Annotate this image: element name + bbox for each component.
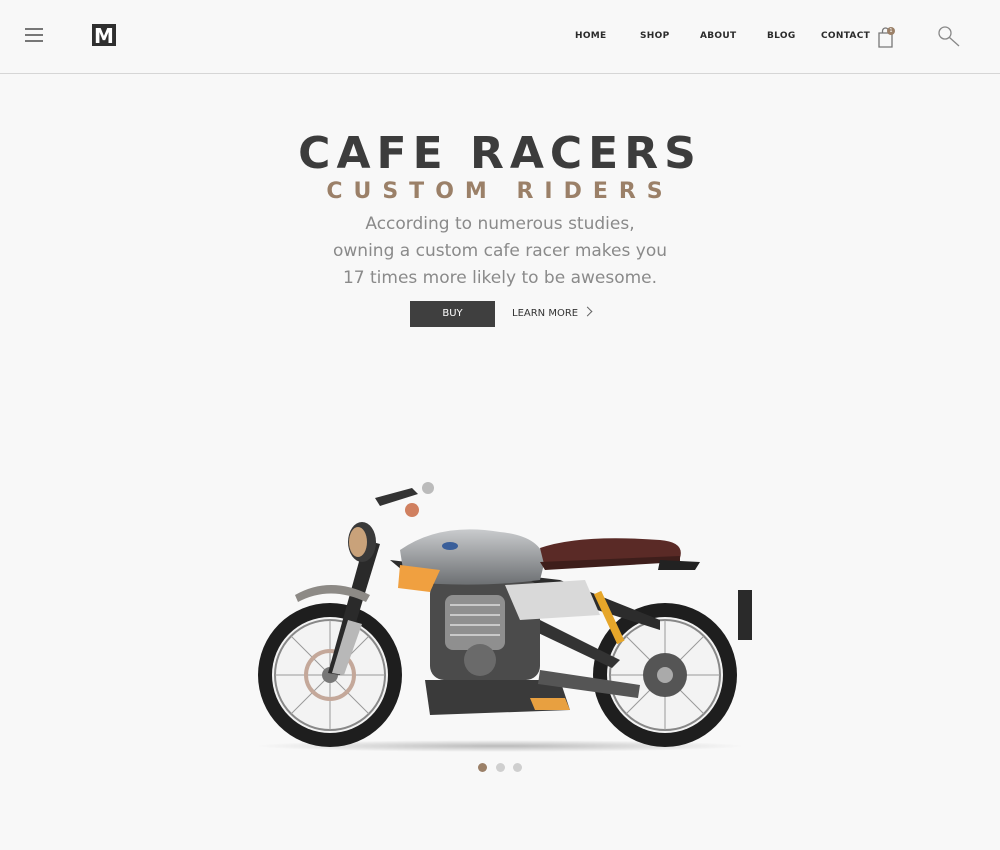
learn-more-link[interactable]: LEARN MORE <box>512 301 593 327</box>
nav-about[interactable]: ABOUT <box>700 31 736 41</box>
buy-button[interactable]: BUY <box>410 301 495 327</box>
hero-title: CAFE RACERS <box>298 128 702 179</box>
hero-description-line: According to numerous studies, <box>365 214 635 234</box>
slider-dot[interactable] <box>513 763 522 772</box>
hero-subtitle: CUSTOM RIDERS <box>326 179 674 204</box>
nav-blog[interactable]: BLOG <box>767 31 796 41</box>
hero-description-line: owning a custom cafe racer makes you <box>333 241 667 261</box>
nav-shop[interactable]: SHOP <box>640 31 669 41</box>
slider-dot[interactable] <box>496 763 505 772</box>
chevron-right-icon <box>582 306 593 317</box>
cart-count-badge: 1 <box>887 27 895 35</box>
hero-description-line: 17 times more likely to be awesome. <box>342 268 658 288</box>
site-header: M HOME SHOP ABOUT BLOG CONTACT 1 <box>0 0 1000 74</box>
motorcycle-image <box>255 482 752 752</box>
learn-more-label: LEARN MORE <box>512 308 579 319</box>
main-nav: HOME SHOP ABOUT BLOG CONTACT <box>0 31 1000 45</box>
nav-contact[interactable]: CONTACT <box>821 31 870 41</box>
nav-home[interactable]: HOME <box>575 31 607 41</box>
hero-description: According to numerous studies, owning a … <box>250 211 750 292</box>
search-icon[interactable] <box>937 25 961 49</box>
slider-dot-active[interactable] <box>478 763 487 772</box>
